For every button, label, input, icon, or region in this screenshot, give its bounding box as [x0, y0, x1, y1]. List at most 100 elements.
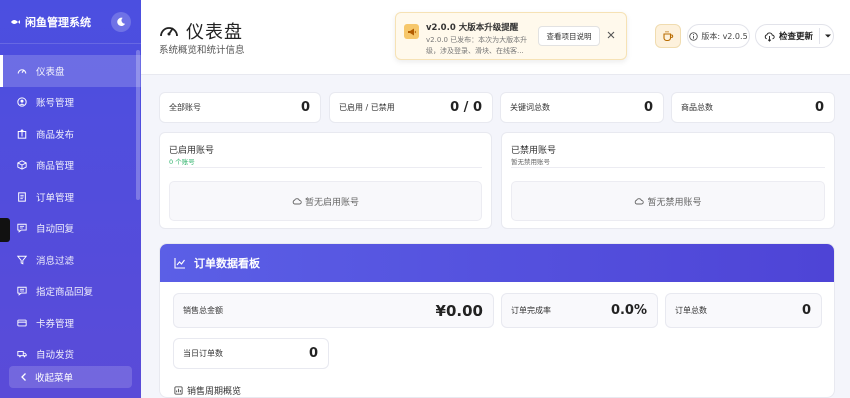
chart-bars-icon — [174, 386, 183, 395]
total-sales-card: 销售总金额 ¥0.00 — [173, 293, 494, 328]
sidebar-item-label: 订单管理 — [36, 192, 75, 204]
cloud-icon — [635, 198, 645, 205]
sidebar-item-label: 商品发布 — [36, 129, 75, 141]
order-dashboard-panel: 订单数据看板 销售总金额 ¥0.00 订单完成率 0.0% 订单总数 0 当日订… — [159, 243, 835, 398]
theme-toggle-button[interactable] — [111, 11, 131, 32]
sidebar-item-cards[interactable]: 卡券管理 — [0, 307, 141, 339]
stat-value: 0 — [300, 100, 310, 115]
sidebar-scrollbar[interactable] — [136, 50, 140, 200]
chat-icon — [16, 222, 28, 234]
sales-overview-heading: 销售周期概览 — [174, 384, 241, 397]
total-sales-label: 销售总金额 — [183, 306, 223, 315]
disabled-accounts-empty: 暂无禁用账号 — [511, 181, 825, 221]
truck-icon — [16, 348, 28, 360]
enabled-accounts-count: 0 个账号 — [169, 158, 195, 166]
fish-logo-icon — [10, 17, 20, 27]
close-icon — [607, 31, 615, 39]
sidebar-item-label: 自动回复 — [36, 224, 75, 236]
notice-title: v2.0.0 大版本升级提醒 — [426, 23, 519, 33]
total-orders-value: 0 — [801, 303, 811, 318]
sidebar-item-publish[interactable]: 商品发布 — [0, 118, 141, 150]
stat-card-keywords: 关键词总数 0 — [500, 92, 664, 123]
notice-text: v2.0.0 已发布：本次为大版本升级，涉及登录、滑块、在线客... — [426, 36, 528, 55]
sidebar-nav: 仪表盘 账号管理 商品发布 商品管理 订单管理 自动回复 消息过滤 指定商品回复… — [0, 44, 141, 370]
stat-value: 0 — [814, 100, 824, 115]
sidebar-item-label: 卡券管理 — [36, 318, 75, 330]
cube-icon — [16, 159, 28, 171]
today-orders-card: 当日订单数 0 — [173, 338, 329, 369]
sidebar-item-label: 自动发货 — [36, 350, 75, 362]
version-label: 版本: v2.0.5 — [701, 31, 748, 41]
total-sales-value: ¥0.00 — [435, 301, 483, 320]
stat-card-enabled-disabled: 已启用 / 已禁用 0 / 0 — [329, 92, 493, 123]
today-orders-label: 当日订单数 — [183, 349, 223, 358]
collapse-menu-label: 收起菜单 — [35, 373, 74, 384]
sidebar-item-label: 账号管理 — [36, 98, 75, 110]
stat-label: 商品总数 — [681, 103, 713, 112]
completion-rate-label: 订单完成率 — [511, 306, 551, 315]
collapse-menu-button[interactable]: 收起菜单 — [9, 366, 132, 388]
enabled-accounts-title: 已启用账号 — [169, 146, 215, 156]
total-orders-label: 订单总数 — [675, 306, 707, 315]
side-drawer-handle[interactable] — [0, 218, 10, 242]
sidebar-item-item-reply[interactable]: 指定商品回复 — [0, 276, 141, 308]
check-update-button[interactable]: 检查更新 — [755, 24, 834, 48]
page-title: 仪表盘 — [186, 22, 243, 43]
header: 仪表盘 系统概览和统计信息 v2.0.0 大版本升级提醒 v2.0.0 已发布：… — [141, 0, 850, 75]
total-orders-card: 订单总数 0 — [665, 293, 822, 328]
user-circle-icon — [16, 96, 28, 108]
empty-text: 暂无启用账号 — [304, 197, 359, 208]
coffee-button[interactable] — [655, 24, 681, 48]
page-title-group: 仪表盘 — [159, 18, 243, 44]
order-dashboard-header: 订单数据看板 — [160, 244, 834, 282]
check-update-label: 检查更新 — [779, 32, 814, 42]
disabled-accounts-title: 已禁用账号 — [511, 146, 557, 156]
main-content: 全部账号 0 已启用 / 已禁用 0 / 0 关键词总数 0 商品总数 0 已启… — [141, 76, 850, 398]
sidebar-item-label: 仪表盘 — [36, 66, 65, 78]
info-icon — [689, 31, 699, 41]
gauge-icon — [159, 21, 179, 42]
megaphone-icon — [404, 24, 419, 39]
disabled-accounts-card: 已禁用账号 暂无禁用账号 暂无禁用账号 — [501, 132, 835, 229]
card-icon — [16, 317, 28, 329]
chevron-down-icon[interactable] — [824, 32, 832, 40]
stat-label: 已启用 / 已禁用 — [339, 103, 395, 112]
trend-chart-icon — [174, 258, 185, 269]
divider — [169, 167, 482, 168]
chat-lines-icon — [16, 285, 28, 297]
sidebar-item-message-filter[interactable]: 消息过滤 — [0, 244, 141, 276]
divider — [511, 167, 825, 168]
order-dashboard-title: 订单数据看板 — [194, 257, 260, 270]
sidebar-item-label: 商品管理 — [36, 161, 75, 173]
today-orders-value: 0 — [308, 346, 318, 361]
completion-rate-card: 订单完成率 0.0% — [501, 293, 658, 328]
cloud-download-icon — [764, 31, 775, 42]
page-subtitle: 系统概览和统计信息 — [159, 45, 245, 56]
sidebar-item-auto-reply[interactable]: 自动回复 — [0, 213, 141, 245]
sidebar-item-dashboard[interactable]: 仪表盘 — [0, 55, 141, 87]
app-title: 闲鱼管理系统 — [25, 15, 91, 29]
stat-value: 0 — [643, 100, 653, 115]
view-project-notes-button[interactable]: 查看项目说明 — [538, 26, 600, 46]
stat-card-total-accounts: 全部账号 0 — [159, 92, 321, 123]
notice-close-button[interactable] — [604, 28, 618, 42]
sidebar-item-products[interactable]: 商品管理 — [0, 150, 141, 182]
moon-icon — [117, 17, 126, 26]
stat-value: 0 / 0 — [450, 100, 482, 115]
sidebar-header: 闲鱼管理系统 — [0, 0, 141, 44]
sidebar-item-orders[interactable]: 订单管理 — [0, 181, 141, 213]
chevron-left-icon — [21, 373, 26, 381]
enabled-accounts-empty: 暂无启用账号 — [169, 181, 482, 221]
disabled-accounts-sub: 暂无禁用账号 — [511, 158, 550, 166]
upgrade-notice: v2.0.0 大版本升级提醒 v2.0.0 已发布：本次为大版本升级，涉及登录、… — [395, 12, 627, 60]
sidebar-item-label: 指定商品回复 — [36, 287, 94, 299]
split-divider — [819, 28, 821, 44]
sidebar-item-label: 消息过滤 — [36, 255, 75, 267]
stat-card-products: 商品总数 0 — [671, 92, 835, 123]
coffee-icon — [663, 31, 674, 42]
filter-icon — [16, 254, 28, 266]
completion-rate-value: 0.0% — [610, 303, 647, 318]
version-badge[interactable]: 版本: v2.0.5 — [687, 24, 750, 48]
sidebar-item-accounts[interactable]: 账号管理 — [0, 87, 141, 119]
sales-overview-title: 销售周期概览 — [187, 387, 242, 397]
